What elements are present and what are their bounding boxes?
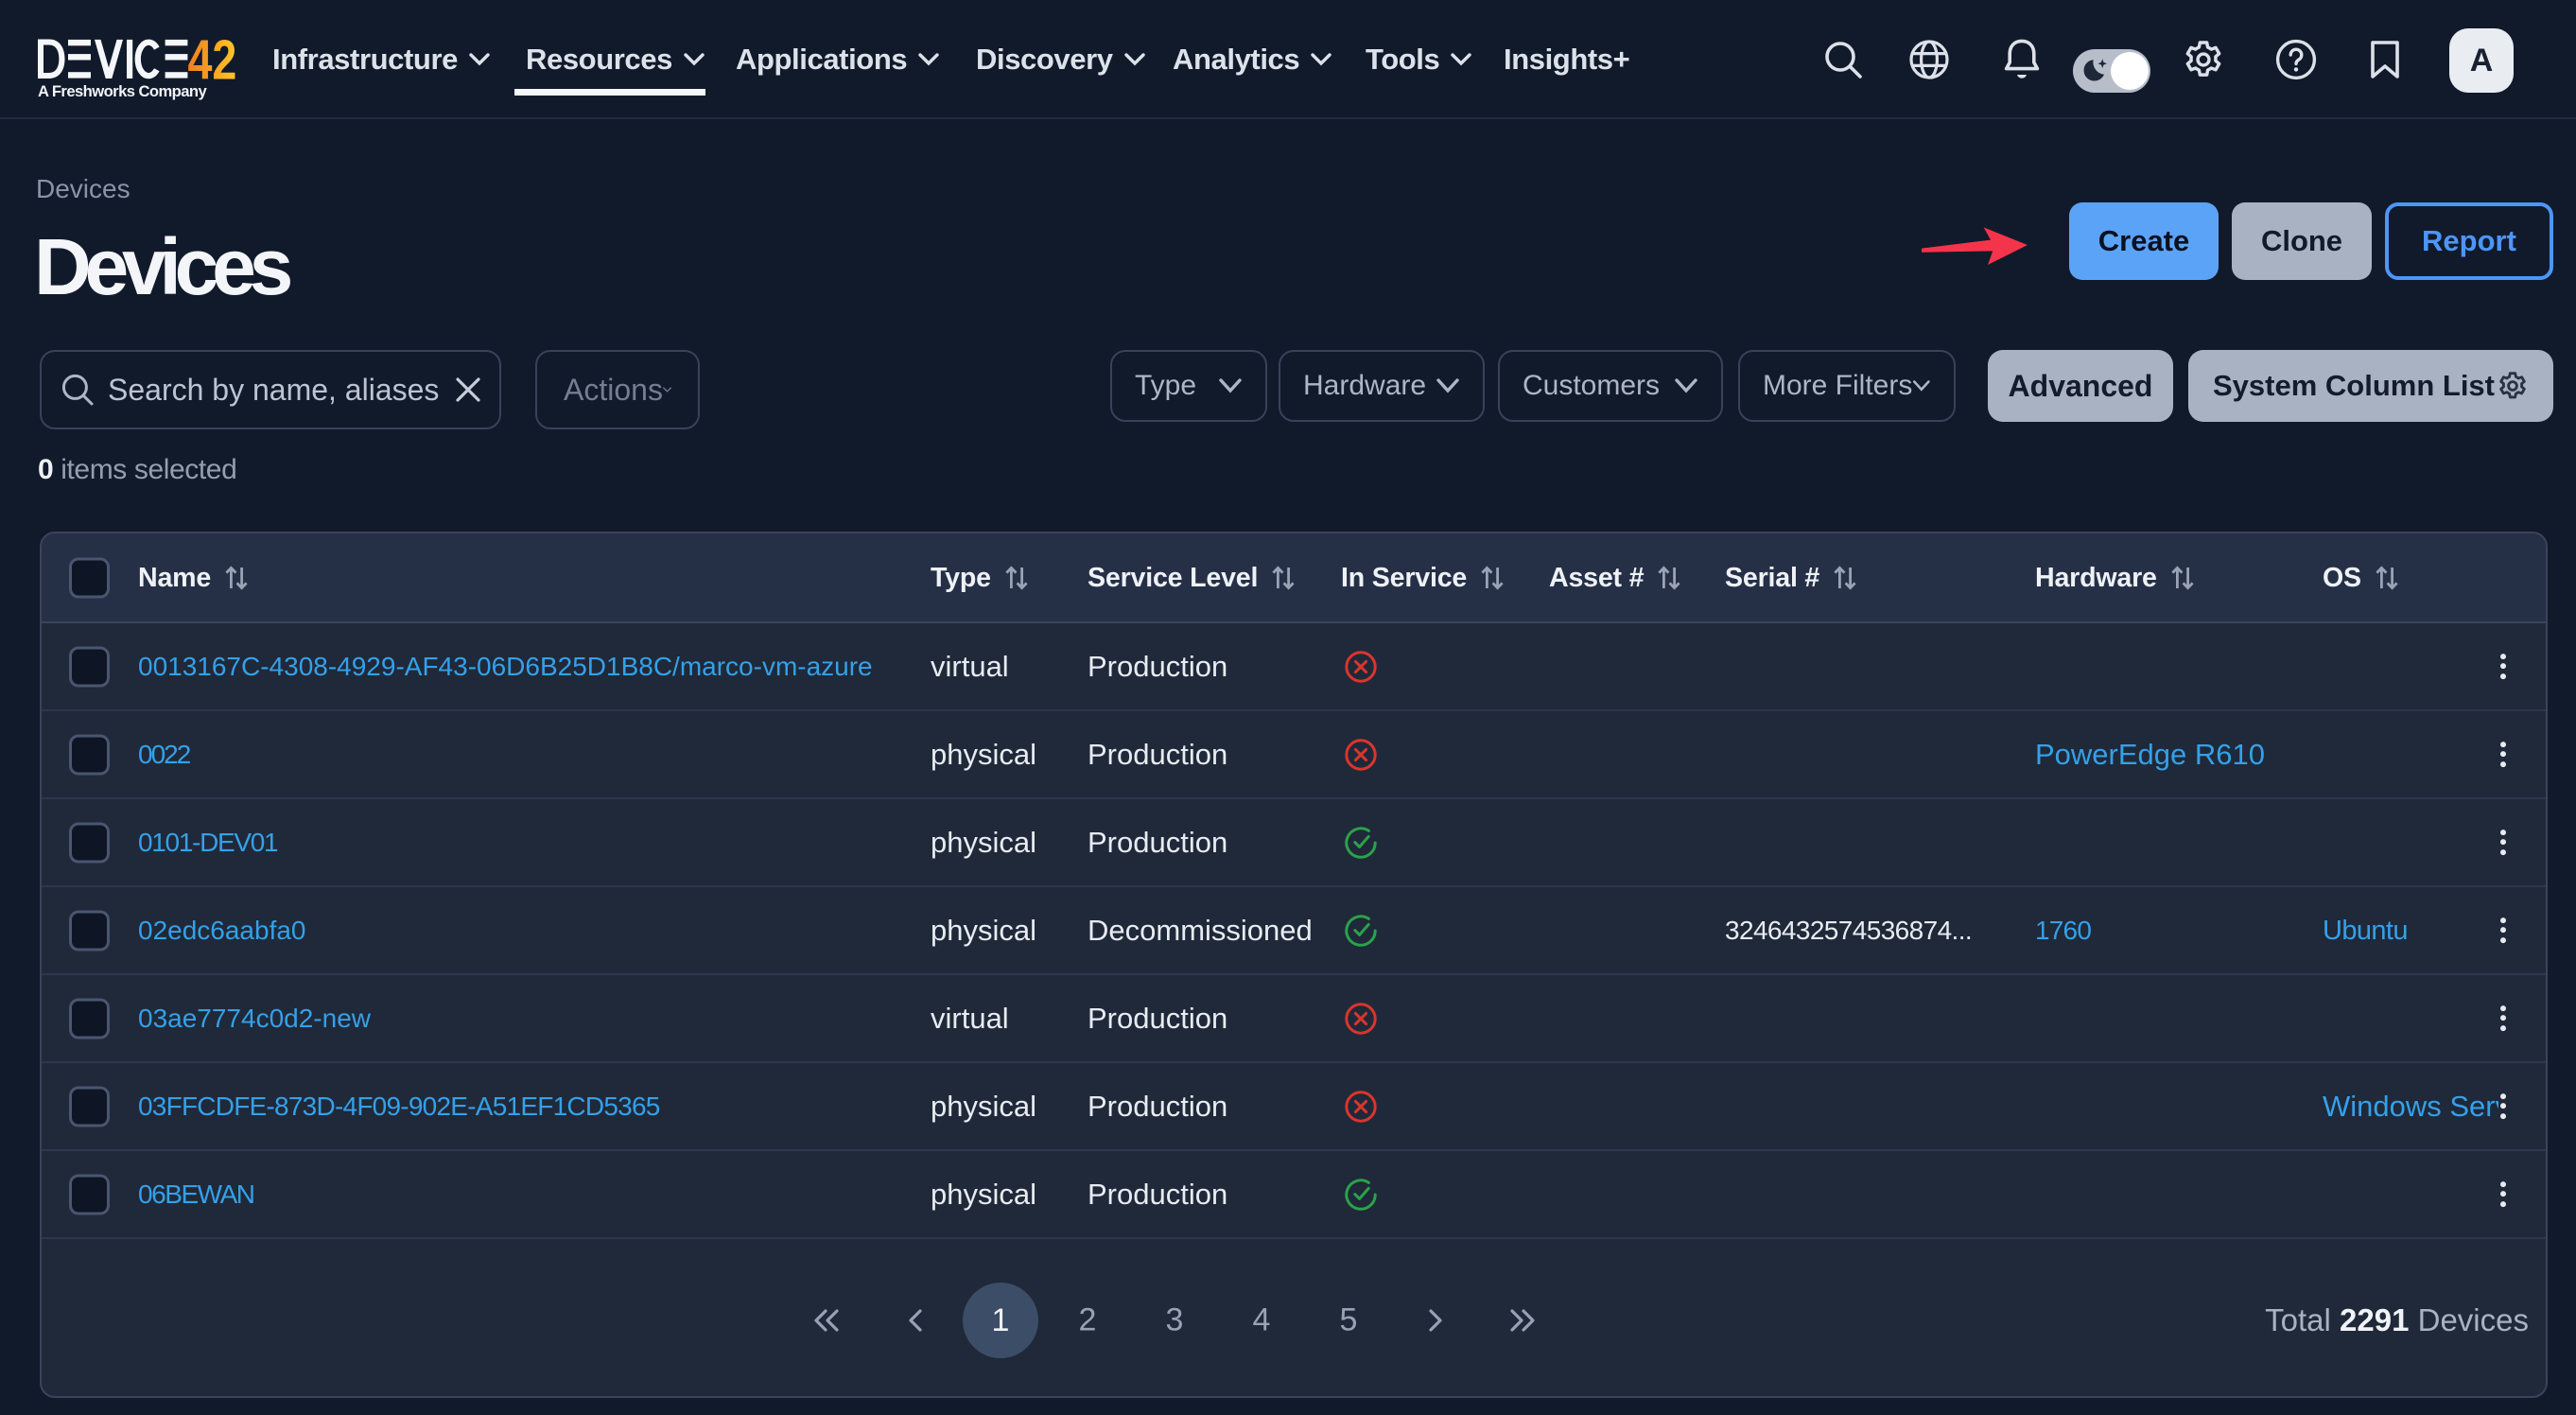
svg-text:42: 42 [188, 39, 237, 80]
